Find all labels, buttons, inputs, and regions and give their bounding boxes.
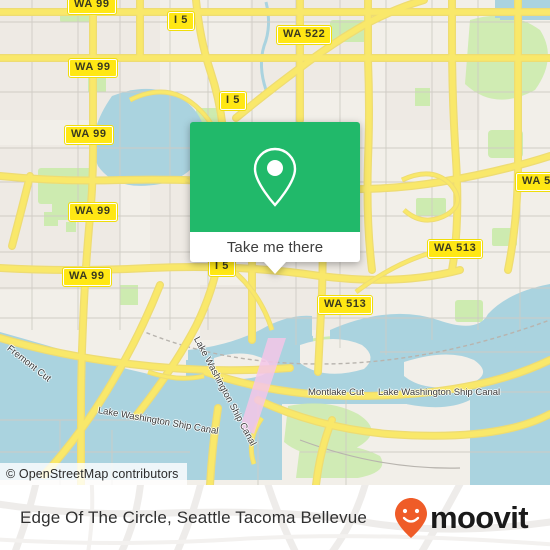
take-me-there-label: Take me there <box>226 238 324 256</box>
highway-shield[interactable]: WA 99 <box>68 58 118 78</box>
moovit-pin-smiley-icon <box>394 497 427 538</box>
osm-attribution[interactable]: © OpenStreetMap contributors <box>0 463 187 485</box>
highway-shield[interactable]: I 5 <box>218 91 248 111</box>
highway-shield[interactable]: WA 99 <box>68 202 118 222</box>
moovit-logo[interactable]: moovit <box>393 496 529 540</box>
popup-pin-area <box>190 122 360 232</box>
footer-bar: Edge Of The Circle, Seattle Tacoma Belle… <box>0 485 550 550</box>
highway-shield[interactable]: WA 513 <box>316 295 374 315</box>
place-popup-card[interactable]: Take me there <box>190 122 360 274</box>
highway-shield[interactable]: WA 99 <box>62 267 112 287</box>
map-canvas[interactable]: WA 99 I 5 WA 522 WA 99 I 5 WA 99 WA 99 W… <box>0 0 550 485</box>
highway-shield[interactable]: WA 522 <box>275 25 333 45</box>
highway-shield[interactable]: I 5 <box>166 11 196 31</box>
highway-shield[interactable]: WA 513 <box>426 239 484 259</box>
popup-tail <box>264 262 286 274</box>
highway-shield[interactable]: WA 51 <box>515 172 550 192</box>
map-pin-icon <box>253 147 297 207</box>
moovit-map-screenshot: WA 99 I 5 WA 522 WA 99 I 5 WA 99 WA 99 W… <box>0 0 550 550</box>
moovit-wordmark: moovit <box>429 500 529 535</box>
place-title: Edge Of The Circle, Seattle Tacoma Belle… <box>20 507 367 527</box>
highway-shield[interactable]: WA 99 <box>67 0 117 15</box>
highway-shield[interactable]: WA 99 <box>64 125 114 145</box>
osm-attribution-text: © OpenStreetMap contributors <box>6 467 179 481</box>
popup-cta-area[interactable]: Take me there <box>190 232 360 262</box>
